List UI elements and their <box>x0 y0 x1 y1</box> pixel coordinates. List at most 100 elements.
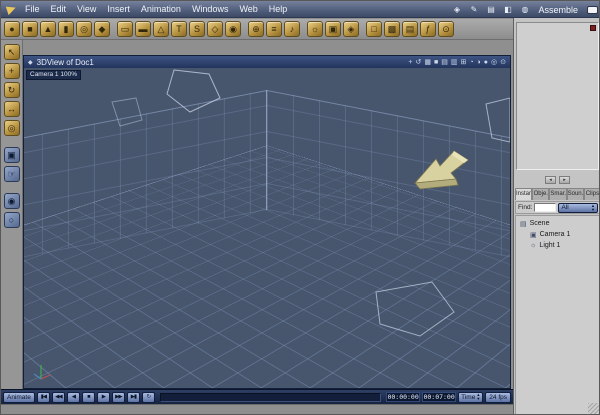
manipulator-icon[interactable]: + <box>408 57 412 68</box>
time-mode-dropdown[interactable]: Time ▲ ▼ <box>458 391 484 403</box>
metaball-tool-icon[interactable]: ◉ <box>225 21 241 37</box>
sphere-tool-icon[interactable]: ● <box>4 21 20 37</box>
shade-wireframe-icon[interactable]: ◔ <box>469 57 473 68</box>
room-texture-icon[interactable]: ◧ <box>501 3 514 16</box>
torus-tool-icon[interactable]: ◎ <box>76 21 92 37</box>
tree-root-scene[interactable]: ▤ Scene <box>516 218 599 229</box>
scene-icon: ▤ <box>520 220 527 228</box>
tree-item-light[interactable]: ☼ Light 1 <box>516 240 599 251</box>
go-end-button[interactable]: ▶▮ <box>126 391 140 403</box>
camera-view-label[interactable]: Camera 1 100% <box>26 70 81 80</box>
layout-single-icon[interactable]: ■ <box>434 57 438 68</box>
orbit-view-icon[interactable]: ↺ <box>415 57 421 68</box>
resize-grip[interactable] <box>588 403 599 414</box>
loop-button[interactable]: ↻ <box>141 391 155 403</box>
layout-two-icon[interactable]: ▤ <box>441 57 448 68</box>
boolean-tool-icon[interactable]: ⊕ <box>248 21 264 37</box>
scene-root-label: Scene <box>529 220 550 227</box>
pan-tool-icon[interactable]: ☞ <box>3 166 20 182</box>
next-frame-button[interactable]: ▶▶ <box>111 391 125 403</box>
formula-tool-icon[interactable]: ƒ <box>420 21 436 37</box>
camera-dolly-tool-icon[interactable]: ▣ <box>3 147 20 163</box>
rotate-tool-icon[interactable]: ↻ <box>3 82 20 98</box>
group-tool-icon[interactable]: □ <box>366 21 382 37</box>
layout-four-icon[interactable]: ⊞ <box>460 57 466 68</box>
animate-toggle-button[interactable]: Animate <box>3 391 35 403</box>
time-scrubber[interactable] <box>159 392 382 402</box>
current-time-display[interactable]: 00:00:00 <box>386 392 421 402</box>
viewport-titlebar[interactable]: ◆ 3DView of Doc1 + ↺ ▦ ■ ▤ ▥ ⊞ ◔ ◑ ● ◎ ⊙ <box>24 56 510 68</box>
menu-help[interactable]: Help <box>269 4 288 14</box>
spline-object-tool-icon[interactable]: S <box>189 21 205 37</box>
window-widget-button[interactable] <box>587 5 598 14</box>
web-link-tool-icon[interactable]: ⊙ <box>438 21 454 37</box>
select-tool-icon[interactable]: ↖ <box>3 44 20 60</box>
menu-animation[interactable]: Animation <box>141 4 181 14</box>
collapse-left-icon[interactable]: ◂ <box>545 176 556 184</box>
sound-tool-icon[interactable]: ♪ <box>284 21 300 37</box>
target-helper-tool-icon[interactable]: ◈ <box>343 21 359 37</box>
collapse-diamond-icon[interactable]: ◆ <box>28 59 33 66</box>
tab-sounds[interactable]: Soun. <box>566 188 584 200</box>
room-model-icon[interactable]: ✎ <box>467 3 480 16</box>
vertex-object-tool-icon[interactable]: ◇ <box>207 21 223 37</box>
cylinder-tool-icon[interactable]: ▮ <box>58 21 74 37</box>
text-tool-icon[interactable]: T <box>171 21 187 37</box>
view-options-icon[interactable]: ⊙ <box>500 57 506 68</box>
tray-close-button[interactable] <box>590 25 596 31</box>
collapse-right-icon[interactable]: ▸ <box>559 176 570 184</box>
prev-frame-button[interactable]: ◀◀ <box>51 391 65 403</box>
layout-three-icon[interactable]: ▥ <box>451 57 458 68</box>
time-mode-spinner-icon[interactable]: ▲ ▼ <box>476 393 480 401</box>
move-tool-icon[interactable]: + <box>3 63 20 79</box>
tab-instances[interactable]: Instan. <box>515 188 533 200</box>
eye-tool-icon[interactable]: ◉ <box>3 193 20 209</box>
cube-tool-icon[interactable]: ■ <box>22 21 38 37</box>
tab-clips[interactable]: Clips <box>583 188 599 200</box>
modifier-tool-icon[interactable]: ▩ <box>384 21 400 37</box>
menu-file[interactable]: File <box>25 4 40 14</box>
tree-item-camera[interactable]: ▣ Camera 1 <box>516 229 599 240</box>
terrain-tool-icon[interactable]: △ <box>153 21 169 37</box>
browser-tabs: Instan. Obje. Smar. Soun. Clips <box>515 188 599 200</box>
play-button[interactable]: ▶ <box>96 391 110 403</box>
room-render-icon[interactable]: ◍ <box>518 3 531 16</box>
3d-canvas[interactable]: Camera 1 100% <box>24 68 510 388</box>
end-time-display[interactable]: 00:07:00 <box>422 392 457 402</box>
viewport-title: 3DView of Doc1 <box>36 57 94 67</box>
camera-wireframe <box>375 281 455 337</box>
tab-smart[interactable]: Smar. <box>549 188 567 200</box>
shade-gouraud-icon[interactable]: ● <box>484 57 488 68</box>
menu-insert[interactable]: Insert <box>107 4 130 14</box>
current-room-label: Assemble <box>538 4 578 15</box>
infinite-plane-tool-icon[interactable]: ▬ <box>135 21 151 37</box>
arrow-object[interactable] <box>412 146 472 192</box>
play-reverse-button[interactable]: ◀ <box>66 391 80 403</box>
find-input[interactable] <box>534 203 557 212</box>
tree-item-label: Camera 1 <box>539 231 571 238</box>
menu-view[interactable]: View <box>77 4 96 14</box>
room-assemble-icon[interactable]: ◈ <box>450 3 463 16</box>
grid-toggle-icon[interactable]: ▦ <box>424 57 431 68</box>
zoom-tool-icon[interactable]: ○ <box>3 212 20 228</box>
menu-web[interactable]: Web <box>239 4 257 14</box>
camera-tool-icon[interactable]: ▣ <box>325 21 341 37</box>
mixer-tool-icon[interactable]: ≡ <box>266 21 282 37</box>
icosahedron-tool-icon[interactable]: ◆ <box>94 21 110 37</box>
menu-windows[interactable]: Windows <box>192 4 229 14</box>
hotpoint-tool-icon[interactable]: ◎ <box>3 120 20 136</box>
shade-textured-icon[interactable]: ◎ <box>491 57 497 68</box>
light-tool-icon[interactable]: ☼ <box>307 21 323 37</box>
shade-flat-icon[interactable]: ◑ <box>477 57 481 68</box>
go-start-button[interactable]: ▮◀ <box>36 391 50 403</box>
room-storyboard-icon[interactable]: ▤ <box>484 3 497 16</box>
behavior-tool-icon[interactable]: ▤ <box>402 21 418 37</box>
fps-display[interactable]: 24 fps <box>485 391 511 403</box>
scale-tool-icon[interactable]: ↔ <box>3 101 20 117</box>
filter-dropdown[interactable]: All ▲ ▼ <box>558 202 598 213</box>
menu-edit[interactable]: Edit <box>51 4 67 14</box>
tab-objects[interactable]: Obje. <box>532 188 550 200</box>
plane-tool-icon[interactable]: ▭ <box>117 21 133 37</box>
stop-button[interactable]: ■ <box>81 391 95 403</box>
cone-tool-icon[interactable]: ▲ <box>40 21 56 37</box>
